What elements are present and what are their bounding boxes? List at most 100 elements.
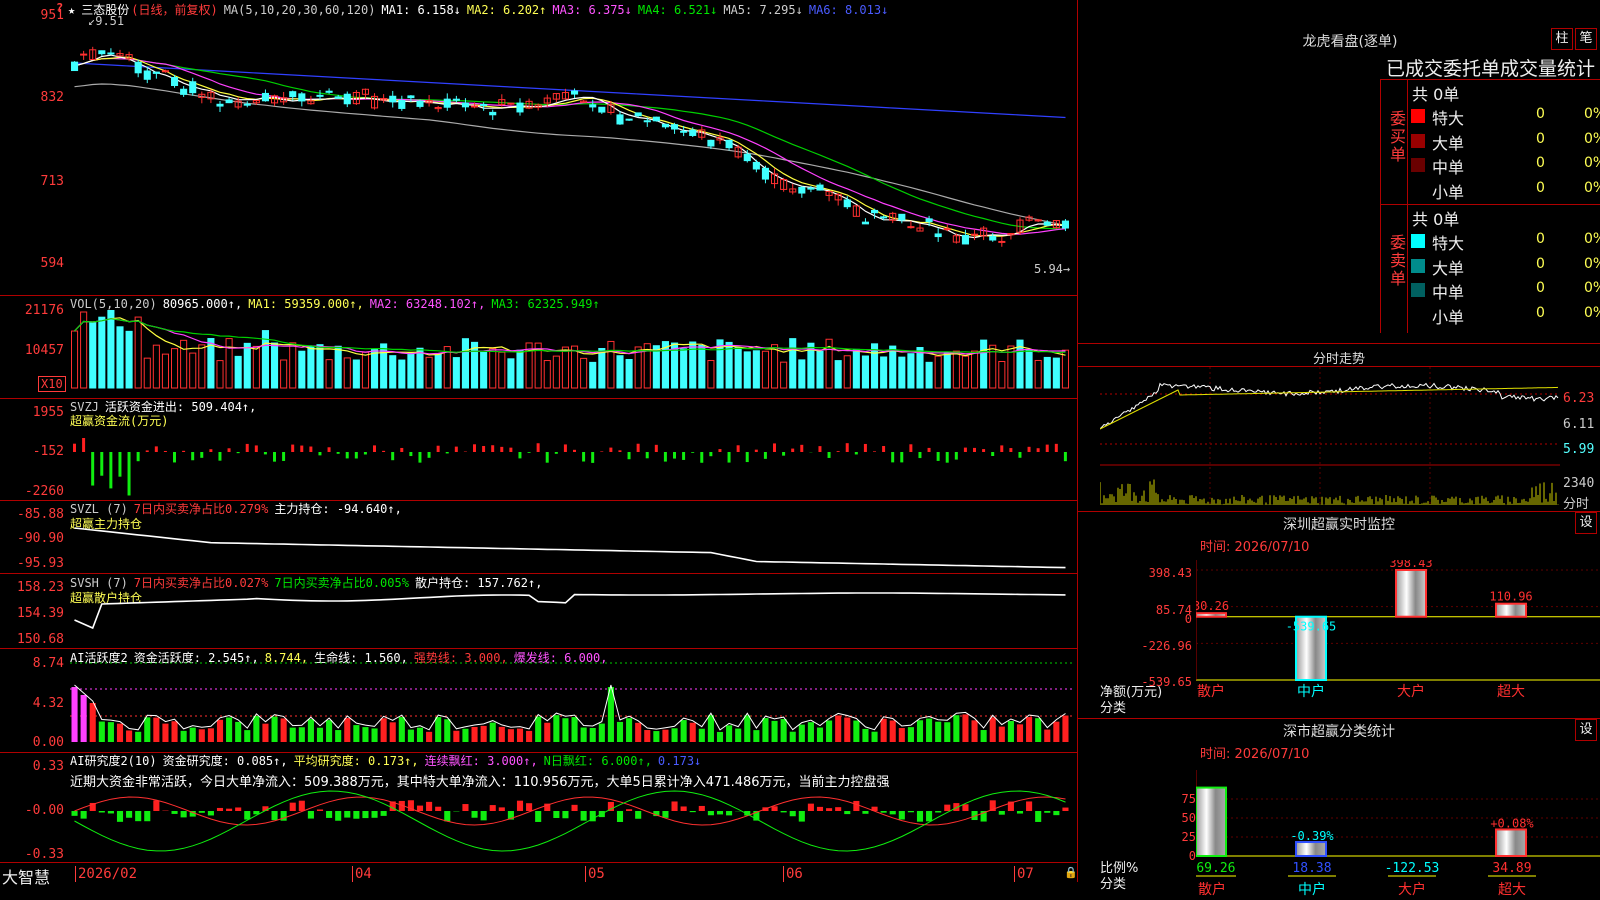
flow-bar <box>173 452 176 463</box>
brand-logo[interactable]: 大智慧 <box>2 864 50 888</box>
candle-body <box>480 104 488 107</box>
flow-bar <box>654 444 658 452</box>
activity-bar <box>480 725 487 742</box>
research-bar <box>516 800 524 811</box>
order-size-label: 小单 <box>1432 182 1465 202</box>
flow-bar <box>327 447 331 452</box>
activity-chart[interactable] <box>70 662 1075 752</box>
intraday-avg-line <box>1100 386 1559 430</box>
candle-body <box>216 103 224 107</box>
indicator-value: 7日内买卖净占比0.027% <box>133 576 269 590</box>
flow-bar <box>400 447 404 452</box>
main-holding-chart[interactable] <box>70 520 1075 572</box>
activity-bar <box>389 722 396 742</box>
candle-body <box>107 52 115 55</box>
flow-bar <box>1027 446 1031 452</box>
candle-body <box>507 102 515 105</box>
order-size-label: 特大 <box>1432 109 1465 128</box>
volume-bar <box>116 326 124 389</box>
capital-flow-chart[interactable] <box>70 420 1075 500</box>
flow-bar <box>636 443 640 452</box>
volume-bar <box>552 355 560 389</box>
flow-bar <box>754 449 758 452</box>
order-count: 0 <box>1536 231 1545 247</box>
research-bar <box>626 809 633 811</box>
flow-bar <box>500 446 504 452</box>
flow-bar <box>900 452 904 463</box>
research-bar <box>862 811 869 814</box>
activity-bar <box>371 728 378 742</box>
research-bar <box>298 800 305 811</box>
research-chart[interactable] <box>70 788 1075 862</box>
candle-body <box>971 233 979 236</box>
stats-tick: 0 <box>1188 849 1196 863</box>
adjust-mode[interactable]: (日线，前复权) <box>131 3 217 17</box>
volume-bar <box>1052 357 1060 389</box>
research-bar <box>462 804 469 811</box>
candle-body <box>407 95 415 99</box>
flow-bar <box>82 438 86 452</box>
flow-bar <box>700 452 704 463</box>
bar-mode-button[interactable]: 柱 <box>1551 28 1573 50</box>
activity-bar <box>898 728 905 742</box>
stats-bar-chart[interactable]: 169.26 散户 -0.39% 18.38 中户 -122.53 大户 +0.08% 34.8… <box>1196 770 1600 900</box>
price-tick: 713 <box>40 174 64 189</box>
monitor-settings-button[interactable]: 设 <box>1575 512 1597 534</box>
intraday-chart[interactable] <box>1100 367 1560 507</box>
activity-bar <box>289 727 296 742</box>
activity-bar <box>626 718 633 742</box>
tick-mode-button[interactable]: 笔 <box>1575 28 1597 50</box>
activity-bar <box>726 725 733 742</box>
flow-bar <box>763 452 767 459</box>
volume-bar <box>843 355 851 389</box>
research-bar <box>844 811 851 815</box>
intraday-vol-tick: 分时 <box>1563 497 1590 512</box>
question-icon[interactable]: ? <box>56 1 63 15</box>
order-size-label: 特大 <box>1432 234 1465 253</box>
flow-bar <box>963 447 967 452</box>
candle-body <box>443 98 451 108</box>
volume-bar <box>89 322 97 389</box>
research-bar <box>535 811 542 822</box>
activity-bar <box>262 723 269 742</box>
volume-bar <box>934 355 942 389</box>
monitor-tick: 398.43 <box>1148 566 1192 580</box>
intraday-vol-tick: 2340 <box>1563 476 1595 491</box>
ma-line <box>74 56 1066 237</box>
order-count: 0 <box>1536 155 1545 171</box>
activity-bar <box>244 730 251 742</box>
volume-bar <box>889 345 897 389</box>
candlestick-chart[interactable] <box>70 18 1075 293</box>
research-bar <box>344 811 351 818</box>
svzj-tick: 1955 <box>32 405 64 420</box>
stats-settings-button[interactable]: 设 <box>1575 719 1597 741</box>
star-icon[interactable]: ★ <box>68 3 75 17</box>
retail-holding-chart[interactable] <box>70 590 1075 648</box>
flow-bar <box>300 445 304 452</box>
flow-bar <box>791 448 795 452</box>
flow-bar <box>927 447 931 452</box>
stats-title: 深市超赢分类统计 <box>1283 724 1395 740</box>
activity-bar <box>180 730 187 742</box>
research-bar <box>807 803 814 811</box>
volume-chart[interactable] <box>70 310 1075 398</box>
order-pct: 0% <box>1584 304 1600 321</box>
indicator-value: SVSH (7) <box>70 576 128 590</box>
activity-bar <box>116 723 124 742</box>
activity-bar <box>380 718 387 742</box>
volume-bar <box>916 347 924 389</box>
sell-total: 共 0单 <box>1412 210 1460 229</box>
monitor-bar-chart[interactable]: 30.26 散户 -539.65 中户 398.43 大户 110.96 超大 <box>1196 560 1600 700</box>
flow-bar <box>445 452 449 454</box>
lock-icon[interactable]: 🔒 <box>1064 866 1078 879</box>
activity-bar <box>316 727 324 742</box>
candle-body <box>161 70 169 73</box>
monitor-title: 深圳超赢实时监控 <box>1283 517 1395 533</box>
activity-bar <box>844 717 851 742</box>
research-bar <box>898 811 905 820</box>
activity-bar <box>1007 721 1014 742</box>
activity-bar <box>516 728 524 742</box>
order-pct: 0% <box>1584 255 1600 272</box>
research-bar <box>180 811 187 818</box>
flow-bar <box>436 445 440 452</box>
